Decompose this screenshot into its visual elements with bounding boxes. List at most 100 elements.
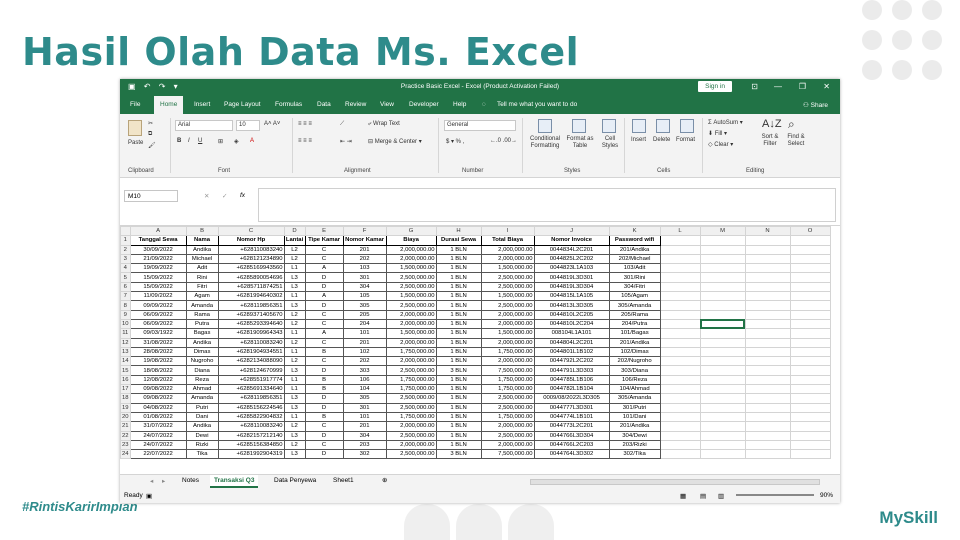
row-header[interactable]: 5 [120,272,131,283]
cell[interactable]: L2 [283,439,306,451]
empty-cell[interactable] [699,272,746,283]
cell[interactable]: 2,000,000.00 [385,253,437,265]
empty-cell[interactable] [789,253,831,265]
empty-cell[interactable] [699,384,746,395]
cell[interactable]: 301/Rini [608,272,661,283]
fill-button[interactable]: ⬇ Fill ▾ [708,130,727,137]
cell[interactable]: 0044774L1B101 [533,411,610,423]
empty-cell[interactable] [744,253,791,265]
column-header-e[interactable]: E [304,226,344,237]
tab-scroll-right-icon[interactable]: ▸ [162,477,165,485]
delete-cells-button[interactable]: Delete [653,137,670,143]
empty-cell[interactable] [744,365,791,376]
empty-cell[interactable] [789,411,831,423]
cell[interactable]: 304 [342,281,387,293]
column-title[interactable]: Password wifi [608,235,661,246]
copy-icon[interactable]: ⧉ [148,131,152,138]
cell[interactable]: 1 BLN [435,374,482,386]
cell[interactable]: 30/09/2022 [129,244,187,255]
cell[interactable]: 2,000,000.00 [480,244,535,255]
page-break-view-icon[interactable]: ▥ [718,492,724,500]
empty-cell[interactable] [789,281,831,293]
cell[interactable]: 1 BLN [435,300,482,311]
cell[interactable]: 1,500,000.00 [385,291,437,302]
cell[interactable]: 0044773L2C201 [533,421,610,432]
cell[interactable]: 301 [342,402,387,413]
cell[interactable]: D [304,430,344,441]
empty-cell[interactable] [699,421,746,432]
cell[interactable]: 7,500,000.00 [480,449,535,460]
worksheet-grid[interactable]: ABCDEFGHIJKLMNO 1 Tanggal Sewa Nama Nomor H… [120,226,840,474]
column-title[interactable]: Lantai [283,235,306,246]
row-header[interactable]: 6 [120,281,131,293]
cell[interactable]: 2,500,000.00 [480,281,535,293]
cell[interactable]: 204/Putra [608,318,661,330]
tab-transaksi-q3[interactable]: Transaksi Q3 [210,475,259,488]
cell[interactable]: 2,500,000.00 [385,365,437,376]
empty-cell[interactable] [699,291,746,302]
empty-cell[interactable] [659,244,701,255]
empty-cell[interactable] [699,393,746,404]
cell[interactable]: 201/Andika [608,337,661,348]
cell[interactable]: 1,750,000.00 [385,384,437,395]
cell[interactable]: +6281992904319 [217,449,285,460]
empty-cell[interactable] [744,449,791,460]
empty-cell[interactable] [659,439,701,451]
cell[interactable]: C [304,337,344,348]
row-header[interactable]: 9 [120,309,131,320]
empty-cell[interactable] [744,300,791,311]
conditional-formatting-button[interactable]: Conditional Formatting [525,136,565,150]
cell[interactable]: Diana [185,365,219,376]
empty-cell[interactable] [659,384,701,395]
cell[interactable]: 202 [342,253,387,265]
empty-cell[interactable] [659,235,701,246]
cell-styles-icon[interactable] [602,119,616,133]
cell[interactable]: 06/09/2022 [129,318,187,330]
cell[interactable]: C [304,309,344,320]
cell[interactable]: 1,750,000.00 [385,346,437,358]
autosum-button[interactable]: Σ AutoSum ▾ [708,119,743,126]
empty-cell[interactable] [744,263,791,274]
cell[interactable]: 1 BLN [435,309,482,320]
enter-icon[interactable]: ✓ [222,192,227,200]
format-as-table-icon[interactable] [572,119,586,133]
empty-cell[interactable] [744,244,791,255]
empty-cell[interactable] [744,374,791,386]
column-header-i[interactable]: I [480,226,535,237]
sort-filter-icon[interactable]: A↓Z [762,118,782,130]
font-color-icon[interactable]: A [250,138,254,144]
row-header[interactable]: 24 [120,449,131,460]
cell[interactable]: 1,500,000.00 [480,263,535,274]
cell[interactable]: 302/Tika [608,449,661,460]
borders-icon[interactable]: ⊞ [218,138,223,145]
clear-button[interactable]: ◇ Clear ▾ [708,141,733,148]
column-header-d[interactable]: D [283,226,306,237]
empty-cell[interactable] [789,365,831,376]
empty-cell[interactable] [699,439,746,451]
cell[interactable]: 103/Adit [608,263,661,274]
insert-cells-icon[interactable] [632,119,646,133]
cell[interactable]: 2,000,000.00 [385,318,437,330]
cell[interactable]: 2,000,000.00 [385,244,437,255]
cell[interactable]: +628124670999 [217,365,285,376]
font-grow-icon[interactable]: A˄ A˅ [264,121,280,127]
horizontal-scrollbar[interactable] [530,479,820,485]
row-header[interactable]: 11 [120,328,131,339]
row-header[interactable]: 8 [120,300,131,311]
empty-cell[interactable] [789,374,831,386]
column-header-b[interactable]: B [185,226,219,237]
cell[interactable]: Dewi [185,430,219,441]
row-header[interactable]: 10 [120,318,131,330]
cell[interactable]: 2,000,000.00 [480,337,535,348]
cell[interactable]: 09/08/2022 [129,393,187,404]
empty-cell[interactable] [699,430,746,441]
empty-cell[interactable] [789,272,831,283]
empty-cell[interactable] [659,291,701,302]
cell[interactable]: 31/07/2022 [129,421,187,432]
font-name-select[interactable]: Arial [175,120,233,131]
cell[interactable]: +6285156384850 [217,439,285,451]
empty-cell[interactable] [789,421,831,432]
cell[interactable]: 101/Bagas [608,328,661,339]
decimal-icon[interactable]: ←.0 .00→ [490,138,517,144]
menu-page-layout[interactable]: Page Layout [224,101,261,108]
